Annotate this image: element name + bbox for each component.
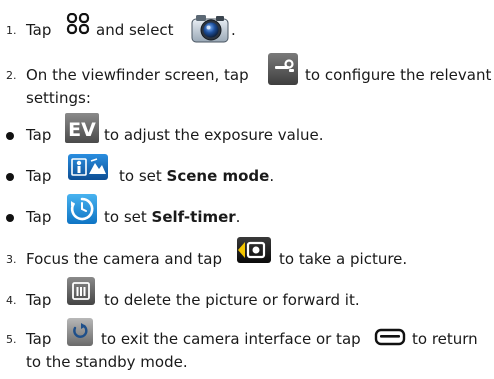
- settings-toggle-icon: [268, 53, 298, 85]
- self-timer-icon: [67, 194, 97, 224]
- step-number: 2.: [6, 69, 17, 82]
- back-exit-icon: [67, 318, 93, 346]
- ev-label: EV: [68, 119, 96, 141]
- bullet-dot: [6, 132, 14, 140]
- bullet-text-set: to set: [104, 208, 147, 226]
- shutter-icon: [237, 237, 271, 263]
- bullet-text: Tap: [26, 126, 52, 144]
- bullet-text-end: to set Self-timer.: [104, 207, 240, 227]
- bullet-text-end: to adjust the exposure value.: [104, 126, 324, 144]
- step-text-end: to take a picture.: [279, 250, 408, 268]
- bullet-period: .: [269, 167, 275, 185]
- bullet-dot: [6, 214, 14, 222]
- step-text: Focus the camera and tap: [26, 250, 222, 268]
- step-text: Tap: [26, 21, 52, 39]
- step-text-mid: to exit the camera interface or tap: [101, 330, 361, 348]
- camera-app-icon: [191, 15, 229, 43]
- step-text: Tap: [26, 291, 52, 309]
- step-text-end: to configure the relevant: [305, 66, 492, 84]
- step-text-end: to return: [412, 330, 478, 348]
- gallery-options-icon: [67, 277, 95, 305]
- step-text: On the viewfinder screen, tap: [26, 66, 249, 84]
- exposure-value-icon: EV: [65, 113, 99, 143]
- step-text-mid: and select: [96, 21, 174, 39]
- step-text-end: to delete the picture or forward it.: [104, 291, 360, 309]
- bullet-period: .: [235, 208, 241, 226]
- bullet-text-set: to set: [119, 167, 162, 185]
- step-text: Tap: [26, 330, 52, 348]
- step-number: 1.: [6, 24, 17, 37]
- step-text-cont: to the standby mode.: [26, 353, 188, 371]
- step-text-cont: settings:: [26, 89, 91, 107]
- bullet-text: Tap: [26, 208, 52, 226]
- bullet-dot: [6, 173, 14, 181]
- scene-mode-icon: [68, 154, 108, 180]
- bullet-text: Tap: [26, 167, 52, 185]
- scene-mode-label: Scene mode: [166, 167, 270, 185]
- bullet-text-end: to set Scene mode.: [119, 166, 274, 186]
- step-number: 5.: [6, 333, 17, 346]
- step-number: 4.: [6, 294, 17, 307]
- home-key-icon: [374, 328, 406, 346]
- step-text-end: .: [231, 21, 236, 39]
- step-number: 3.: [6, 253, 17, 266]
- apps-grid-icon: [66, 13, 90, 35]
- self-timer-label: Self-timer: [151, 208, 236, 226]
